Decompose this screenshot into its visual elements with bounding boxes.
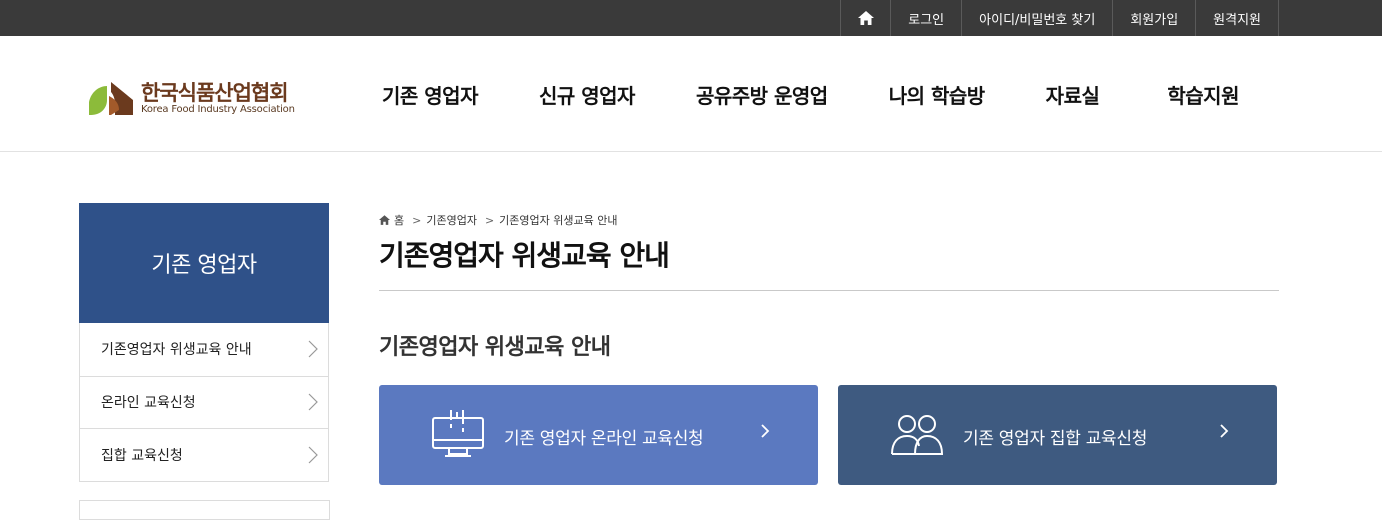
section-title: 기존영업자 위생교육 안내 xyxy=(379,335,611,360)
logo-name-en: Korea Food Industry Association xyxy=(141,104,295,115)
side-item-label: 기존영업자 위생교육 안내 xyxy=(101,342,252,359)
page-title: 기존영업자 위생교육 안내 xyxy=(379,239,670,272)
side-menu: 기존영업자 위생교육 안내 온라인 교육신청 집합 교육신청 xyxy=(79,323,329,482)
logo-text: 한국식품산업협회 Korea Food Industry Association xyxy=(141,82,295,116)
home-button[interactable] xyxy=(841,0,892,36)
logo-name-ko: 한국식품산업협회 xyxy=(141,81,289,105)
side-banner-box xyxy=(79,500,330,520)
side-menu-title: 기존 영업자 xyxy=(79,203,329,323)
site-header: 한국식품산업협회 Korea Food Industry Association… xyxy=(0,36,1382,152)
breadcrumb-separator-icon: > xyxy=(412,213,422,227)
group-application-label: 기존 영업자 집합 교육신청 xyxy=(963,429,1148,449)
remote-support-link[interactable]: 원격지원 xyxy=(1196,0,1279,36)
side-item-online-application[interactable]: 온라인 교육신청 xyxy=(80,375,328,429)
breadcrumb-category[interactable]: 기존영업자 xyxy=(426,212,477,228)
side-item-group-application[interactable]: 집합 교육신청 xyxy=(80,428,328,481)
online-application-button[interactable]: 기존 영업자 온라인 교육신청 xyxy=(379,385,818,485)
home-icon xyxy=(379,215,390,225)
side-item-hygiene-education-guide[interactable]: 기존영업자 위생교육 안내 xyxy=(80,323,328,376)
group-application-button[interactable]: 기존 영업자 집합 교육신청 xyxy=(838,385,1277,485)
top-utility-bar: 로그인 아이디/비밀번호 찾기 회원가입 원격지원 xyxy=(0,0,1382,36)
side-item-label: 집합 교육신청 xyxy=(101,447,183,464)
breadcrumb-separator-icon: > xyxy=(484,213,495,227)
site-logo[interactable]: 한국식품산업협회 Korea Food Industry Association xyxy=(89,80,319,118)
breadcrumb-current[interactable]: 기존영업자 위생교육 안내 xyxy=(499,212,617,228)
monitor-icon xyxy=(432,410,484,457)
online-application-label: 기존 영업자 온라인 교육신청 xyxy=(504,429,704,449)
home-icon xyxy=(857,11,874,25)
nav-item-shared-kitchen[interactable]: 공유주방 운영업 xyxy=(696,80,828,109)
nav-item-archive[interactable]: 자료실 xyxy=(1046,80,1100,109)
chevron-right-icon xyxy=(308,393,318,411)
breadcrumb-home[interactable]: 홈 xyxy=(394,212,404,228)
nav-item-existing-business[interactable]: 기존 영업자 xyxy=(382,80,478,109)
nav-item-my-classroom[interactable]: 나의 학습방 xyxy=(889,80,985,109)
people-icon xyxy=(891,415,944,455)
utility-links: 로그인 아이디/비밀번호 찾기 회원가입 원격지원 xyxy=(840,0,1279,36)
chevron-right-icon xyxy=(308,340,318,358)
main-navigation: 기존 영업자 신규 영업자 공유주방 운영업 나의 학습방 자료실 학습지원 xyxy=(382,36,1239,152)
chevron-right-icon xyxy=(760,423,770,444)
find-id-password-link[interactable]: 아이디/비밀번호 찾기 xyxy=(962,0,1114,36)
signup-link[interactable]: 회원가입 xyxy=(1113,0,1197,36)
chevron-right-icon xyxy=(308,446,318,464)
nav-item-learning-support[interactable]: 학습지원 xyxy=(1167,80,1239,109)
breadcrumb: 홈 > 기존영업자 > 기존영업자 위생교육 안내 xyxy=(379,212,617,228)
login-link[interactable]: 로그인 xyxy=(891,0,963,36)
chevron-right-icon xyxy=(1219,423,1229,444)
nav-item-new-business[interactable]: 신규 영업자 xyxy=(539,80,635,109)
logo-mark-icon xyxy=(89,82,133,115)
side-item-label: 온라인 교육신청 xyxy=(101,395,196,412)
title-divider xyxy=(379,290,1279,291)
